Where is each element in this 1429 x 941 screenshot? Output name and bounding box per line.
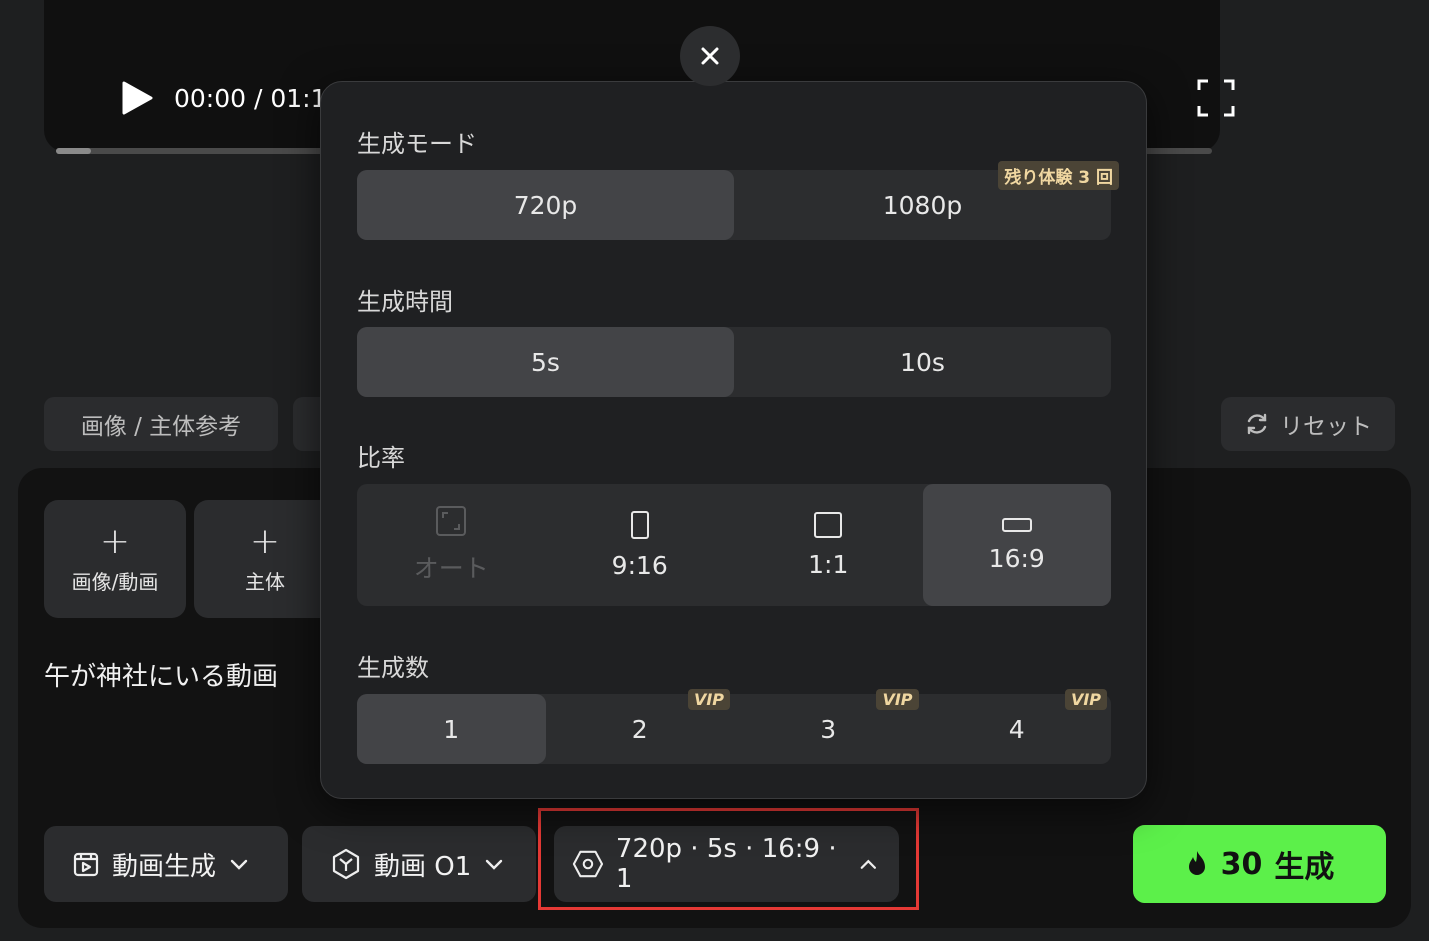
ratio-landscape-icon [1001, 517, 1032, 532]
count-segmented-control: 1 2 VIP 3 VIP 4 VIP [357, 689, 1112, 764]
vip-badge: VIP [687, 689, 730, 710]
ratio-option-1-1[interactable]: 1:1 [734, 484, 923, 606]
quality-option-label: 720p [513, 190, 578, 220]
count-option-1[interactable]: 1 [357, 694, 546, 764]
quality-option-720p[interactable]: 720p [357, 170, 734, 240]
duration-option-5s[interactable]: 5s [357, 327, 734, 397]
duration-option-10s[interactable]: 10s [734, 327, 1111, 397]
ratio-title: 比率 [357, 444, 405, 472]
ratio-portrait-icon [630, 510, 649, 539]
trial-remaining-badge: 残り体験 3 回 [998, 161, 1119, 190]
ratio-option-label: オート [413, 554, 489, 583]
duration-segmented-control: 5s 10s [357, 327, 1111, 397]
settings-popup: 生成モード 720p 1080p 残り体験 3 回 生成時間 5s 10s 比率 [320, 81, 1147, 799]
video-icon [73, 852, 99, 877]
add-media-button[interactable]: + 画像/動画 [44, 500, 186, 618]
quality-title: 生成モード [357, 130, 477, 158]
plus-icon: + [99, 520, 131, 562]
model-dropdown[interactable]: 動画 O1 [302, 826, 536, 902]
model-label: 動画 O1 [374, 851, 472, 882]
close-icon [701, 47, 719, 65]
reset-label: リセット [1280, 414, 1372, 440]
vip-badge: VIP [1064, 689, 1107, 710]
ratio-option-16-9[interactable]: 16:9 [922, 484, 1111, 606]
ratio-option-auto[interactable]: オート [357, 484, 546, 606]
ratio-option-label: 1:1 [808, 549, 849, 579]
app-root: 00:00 / 01:18 画像 / 主体参考 リセット + 画像/動画 + 主… [0, 0, 1429, 941]
count-title: 生成数 [357, 654, 429, 682]
duration-option-label: 5s [531, 347, 560, 377]
ratio-auto-icon [436, 506, 467, 536]
duration-title: 生成時間 [357, 288, 453, 316]
count-option-label: 2 [631, 714, 648, 744]
add-media-label: 画像/動画 [71, 569, 159, 594]
generate-label: 生成 [1274, 850, 1335, 885]
duration-option-label: 10s [900, 347, 945, 377]
prompt-text[interactable]: 午が神社にいる動画 [44, 656, 278, 693]
play-icon[interactable] [120, 80, 154, 116]
playback-time: 00:00 / 01:18 [174, 84, 343, 113]
fullscreen-icon[interactable] [1196, 78, 1236, 118]
quality-option-1080p[interactable]: 1080p 残り体験 3 回 [734, 161, 1119, 240]
model-icon [332, 848, 360, 880]
close-button[interactable] [680, 26, 740, 86]
highlight-annotation [538, 808, 919, 910]
reference-tab-label: 画像 / 主体参考 [80, 414, 242, 440]
ratio-square-icon [814, 511, 843, 538]
mode-label: 動画生成 [112, 851, 217, 882]
mode-dropdown[interactable]: 動画生成 [44, 826, 288, 902]
ratio-segmented-control: オート 9:16 1:1 16:9 [357, 484, 1111, 606]
reset-button[interactable]: リセット [1221, 397, 1395, 451]
video-progress-fill [56, 148, 91, 154]
ratio-option-label: 9:16 [611, 550, 668, 580]
vip-badge: VIP [876, 689, 919, 710]
count-option-label: 4 [1008, 714, 1025, 744]
ratio-option-9-16[interactable]: 9:16 [546, 484, 735, 606]
generate-cost: 30 [1220, 846, 1263, 882]
chevron-down-icon [486, 859, 503, 870]
quality-segmented-control: 720p 1080p 残り体験 3 回 [357, 161, 1119, 240]
flame-icon [1188, 851, 1205, 875]
refresh-icon [1247, 413, 1267, 435]
count-option-4[interactable]: 4 VIP [923, 689, 1112, 764]
count-option-2[interactable]: 2 VIP [546, 689, 735, 764]
add-subject-button[interactable]: + 主体 [194, 500, 336, 618]
quality-option-label: 1080p [882, 190, 963, 220]
add-subject-label: 主体 [245, 569, 285, 594]
ratio-option-label: 16:9 [988, 543, 1045, 573]
count-option-label: 1 [443, 714, 460, 744]
count-option-3[interactable]: 3 VIP [734, 689, 923, 764]
generate-button[interactable]: 30 生成 [1133, 825, 1386, 903]
count-option-label: 3 [820, 714, 837, 744]
plus-icon: + [249, 520, 281, 562]
chevron-down-icon [230, 859, 248, 870]
reference-tab[interactable]: 画像 / 主体参考 [44, 397, 278, 451]
